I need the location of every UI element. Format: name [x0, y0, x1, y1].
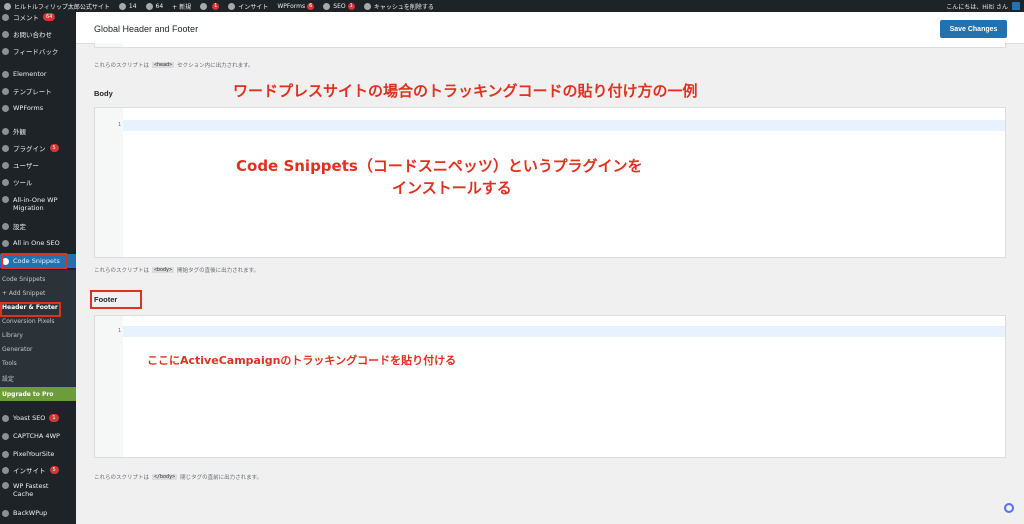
sidebar-item-elementor[interactable]: Elementor — [0, 67, 76, 81]
admin-bar-yoast[interactable]: 1 — [200, 2, 220, 10]
cache-icon — [2, 482, 9, 489]
chart-icon — [228, 2, 236, 10]
form-icon — [2, 104, 9, 112]
annotation-step1-line1: Code Snippets（コードスニペッツ）というプラグインを — [236, 157, 643, 175]
user-icon — [2, 161, 9, 169]
admin-bar-updates[interactable]: 14 — [118, 2, 137, 10]
sidebar-item-yoast[interactable]: Yoast SEO 1 — [0, 411, 76, 425]
settings-icon — [2, 222, 9, 230]
sidebar-item-backwpup[interactable]: BackWPup — [0, 506, 76, 520]
sidebar-item-plugins[interactable]: プラグイン 5 — [0, 141, 76, 155]
sidebar-item-insights[interactable]: インサイト 5 — [0, 463, 76, 477]
submenu-tools[interactable]: Tools — [2, 360, 17, 367]
admin-bar-site[interactable]: ヒルトルフィリップ太郎公式サイト — [4, 2, 110, 11]
page-title: Global Header and Footer — [94, 24, 199, 34]
admin-bar-account[interactable]: こんにちは、Hilti さん — [946, 0, 1020, 12]
sidebar-item-aioseo[interactable]: All in One SEO — [0, 236, 76, 250]
submenu-library[interactable]: Library — [2, 332, 23, 339]
head-code-editor[interactable] — [94, 43, 1006, 48]
sidebar-item-tools[interactable]: ツール — [0, 175, 76, 189]
avatar — [1012, 2, 1020, 10]
submenu-settings[interactable]: 設定 — [2, 374, 14, 383]
refresh-icon — [118, 2, 126, 10]
seo-icon — [323, 2, 331, 10]
annotation-step2: ここにActiveCampaignのトラッキングコードを貼り付ける — [147, 354, 457, 367]
brush-icon — [2, 127, 9, 135]
admin-bar-wpforms[interactable]: WPForms 6 — [277, 2, 315, 10]
migration-icon — [2, 196, 9, 203]
plugin-icon — [2, 144, 9, 152]
comment-icon — [2, 13, 9, 21]
highlight-footer-label — [90, 290, 142, 309]
line-number: 1 — [117, 328, 121, 334]
line-number: 1 — [117, 122, 121, 128]
body-section-label: Body — [94, 89, 113, 98]
cache-icon — [363, 2, 371, 10]
sidebar-item-comments[interactable]: コメント 64 — [0, 12, 76, 24]
chart-icon — [2, 466, 9, 474]
footer-code-editor[interactable]: 1 — [94, 315, 1006, 458]
highlight-code-snippets — [1, 253, 67, 269]
home-icon — [4, 2, 11, 10]
wrench-icon — [2, 178, 9, 186]
sidebar-item-contact[interactable]: お問い合わせ — [0, 27, 76, 41]
annotation-step1-line2: インストールする — [392, 179, 512, 197]
folder-icon — [2, 87, 9, 95]
admin-bar-new[interactable]: + 新規 — [172, 2, 191, 11]
submenu-code-snippets[interactable]: Code Snippets — [2, 276, 45, 283]
sidebar-item-appearance[interactable]: 外観 — [0, 124, 76, 138]
sidebar-item-migration[interactable]: All-in-One WP Migration — [0, 193, 76, 215]
backup-icon — [2, 509, 9, 517]
body-help-text: これらのスクリプトは <body> 開始タグの直後に出力されます。 — [94, 267, 260, 274]
sidebar-item-wp-fastest-cache[interactable]: WP Fastest Cache — [0, 479, 76, 501]
sidebar-item-wpforms[interactable]: WPForms — [0, 101, 76, 115]
footer-help-text: これらのスクリプトは </body> 閉じタグの直前に出力されます。 — [94, 474, 263, 481]
submenu-add-snippet[interactable]: + Add Snippet — [2, 290, 45, 297]
seo-icon — [2, 239, 9, 247]
page-header: Global Header and Footer Save Changes — [76, 12, 1024, 44]
elementor-icon — [2, 70, 9, 78]
admin-bar: ヒルトルフィリップ太郎公式サイト 14 64 + 新規 1 インサイト WPFo… — [0, 0, 1024, 12]
mail-icon — [2, 30, 9, 38]
upgrade-to-pro-link[interactable]: Upgrade to Pro — [0, 387, 76, 401]
pixel-icon — [2, 450, 9, 458]
submenu-conversion-pixels[interactable]: Conversion Pixels — [2, 318, 55, 325]
sidebar-item-users[interactable]: ユーザー — [0, 158, 76, 172]
sidebar-item-feedback[interactable]: フィードバック — [0, 44, 76, 58]
admin-bar-comments[interactable]: 64 — [145, 2, 163, 10]
sidebar-item-captcha[interactable]: CAPTCHA 4WP — [0, 429, 76, 443]
body-code-editor[interactable]: 1 — [94, 107, 1006, 258]
comment-icon — [145, 2, 153, 10]
yoast-icon — [200, 2, 208, 10]
highlight-header-footer — [0, 302, 61, 317]
code-snippets-submenu: Code Snippets + Add Snippet Header & Foo… — [0, 270, 76, 396]
admin-bar-insights[interactable]: インサイト — [228, 2, 268, 11]
annotation-title: ワードプレスサイトの場合のトラッキングコードの貼り付け方の一例 — [233, 82, 698, 100]
admin-bar-clear-cache[interactable]: キャッシュを削除する — [363, 2, 434, 11]
admin-bar-seo[interactable]: SEO 1 — [323, 2, 355, 10]
head-help-text: これらのスクリプトは <head> セクション内に出力されます。 — [94, 62, 254, 69]
sidebar-item-templates[interactable]: テンプレート — [0, 84, 76, 98]
help-bubble-icon[interactable] — [1004, 503, 1014, 513]
yoast-icon — [2, 414, 9, 422]
save-changes-button[interactable]: Save Changes — [940, 20, 1007, 38]
sidebar-item-pixelyoursite[interactable]: PixelYourSite — [0, 447, 76, 461]
submenu-generator[interactable]: Generator — [2, 346, 32, 353]
captcha-icon — [2, 432, 9, 440]
sidebar-item-settings[interactable]: 設定 — [0, 219, 76, 233]
feedback-icon — [2, 47, 9, 55]
